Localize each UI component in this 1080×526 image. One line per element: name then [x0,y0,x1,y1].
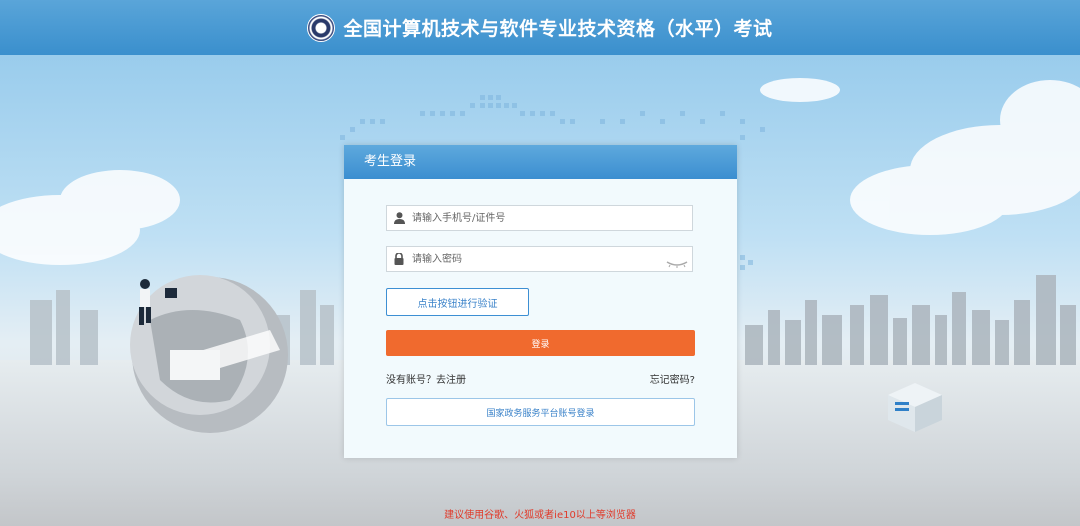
page-title: 全国计算机技术与软件专业技术资格（水平）考试 [343,18,773,40]
username-input[interactable] [410,211,692,225]
hide-password-icon[interactable] [666,254,688,268]
login-card: 考生登录 点击按钮进行验证 登录 没有账号？去注册 忘记密码? 国家政务服务平台… [344,145,737,458]
login-button[interactable]: 登录 [386,330,695,356]
register-link[interactable]: 没有账号？去注册 [386,371,466,386]
gov-platform-login-button[interactable]: 国家政务服务平台账号登录 [386,398,695,426]
login-card-title: 考生登录 [344,145,737,179]
user-icon [392,211,406,225]
captcha-verify-button[interactable]: 点击按钮进行验证 [386,288,529,316]
forgot-password-link[interactable]: 忘记密码? [650,371,695,386]
page-header: 全国计算机技术与软件专业技术资格（水平）考试 [0,0,1080,55]
username-field[interactable] [386,205,693,231]
password-field[interactable] [386,246,693,272]
password-input[interactable] [410,252,666,266]
exam-logo-icon [307,13,336,42]
browser-recommendation-note: 建议使用谷歌、火狐或者ie10以上等浏览器 [444,510,636,521]
lock-icon [392,252,406,266]
